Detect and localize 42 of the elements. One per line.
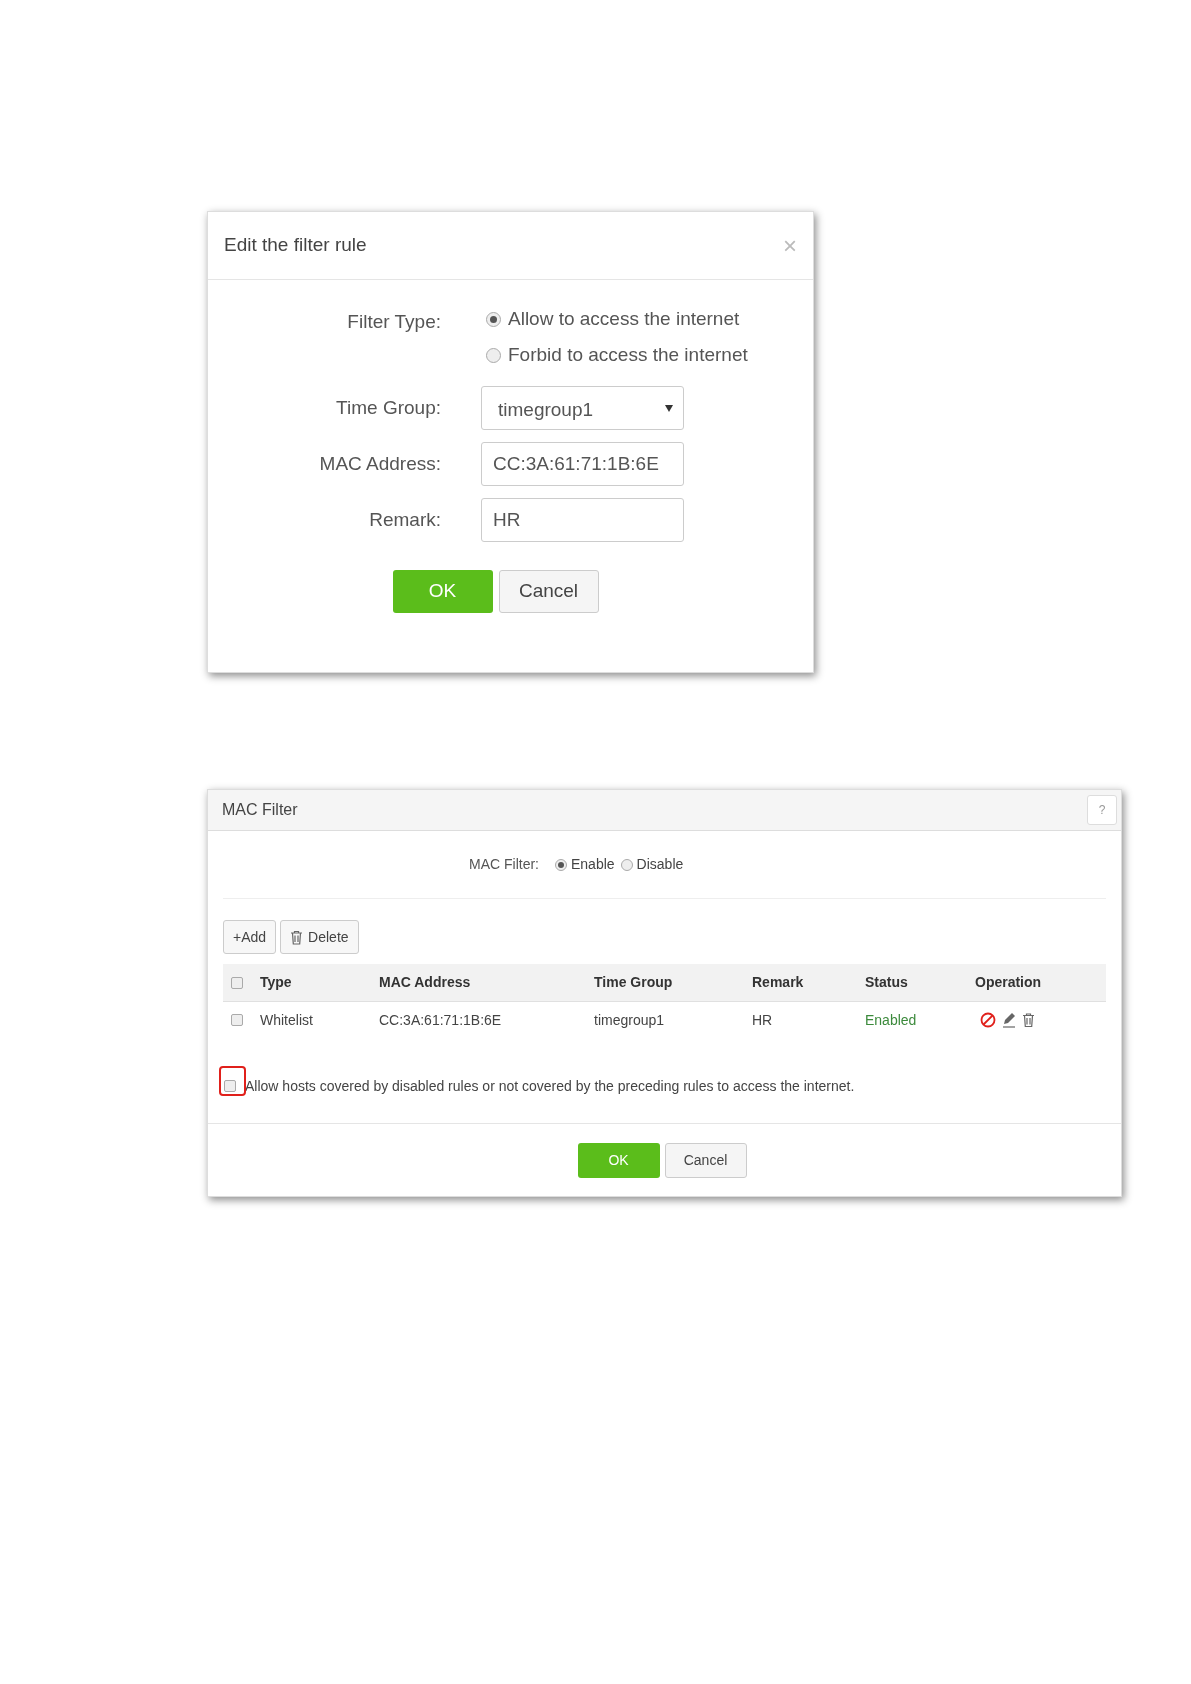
table-cell-text: CC:3A:61:71:1B:6E — [379, 1010, 503, 1030]
radio-label: Disable — [636, 855, 684, 874]
checkbox-label: Allow hosts covered by disabled rules or not covered by the preceding rules to access the internet. — [245, 1076, 855, 1096]
table-cell-text: timegroup1 — [594, 1010, 666, 1030]
trash-icon[interactable] — [1022, 1012, 1035, 1028]
caret-icon — [665, 404, 673, 412]
field-label: MAC Filter: — [469, 855, 539, 874]
radio-label: Enable — [571, 855, 615, 874]
radio-label: Forbid to access the internet — [508, 342, 748, 367]
time-group-dropdown[interactable]: timegroup1 — [481, 386, 684, 430]
dialog-title: Edit the filter rule — [224, 233, 367, 258]
checkbox[interactable] — [224, 1080, 236, 1092]
checkbox[interactable] — [231, 1014, 243, 1026]
delete-button[interactable]: Delete — [280, 920, 359, 954]
field-label: MAC Address: — [319, 453, 441, 474]
field-label: Remark: — [369, 509, 441, 530]
panel-title: MAC Filter — [222, 800, 298, 820]
cancel-button[interactable]: Cancel — [664, 1143, 747, 1178]
table-cell-text: Whitelist — [260, 1010, 314, 1030]
radio-button[interactable] — [486, 311, 501, 327]
table-cell-text: Enabled — [865, 1010, 918, 1030]
column-header: Operation — [975, 973, 1043, 992]
disable-icon[interactable] — [980, 1012, 996, 1028]
column-header: Time Group — [594, 973, 674, 992]
radio-label: Allow to access the internet — [508, 306, 740, 331]
column-header: Remark — [752, 973, 805, 992]
cancel-button[interactable]: Cancel — [498, 570, 599, 613]
field-label: Time Group: — [336, 397, 441, 418]
trash-icon — [290, 929, 304, 945]
radio-button[interactable] — [486, 347, 501, 363]
radio-button[interactable] — [620, 858, 633, 871]
field-label: Filter Type: — [347, 311, 441, 332]
table-cell-text: HR — [752, 1010, 774, 1030]
remark-field[interactable]: HR — [481, 498, 684, 542]
column-header: Status — [865, 973, 909, 992]
column-header: Type — [260, 973, 293, 992]
add-button[interactable]: +Add — [223, 920, 277, 954]
mac-address-field[interactable]: CC:3A:61:71:1B:6E — [481, 442, 684, 486]
edit-icon[interactable] — [1002, 1012, 1016, 1028]
radio-button[interactable] — [555, 858, 567, 871]
checkbox[interactable] — [231, 976, 243, 989]
column-header: MAC Address — [379, 973, 472, 992]
